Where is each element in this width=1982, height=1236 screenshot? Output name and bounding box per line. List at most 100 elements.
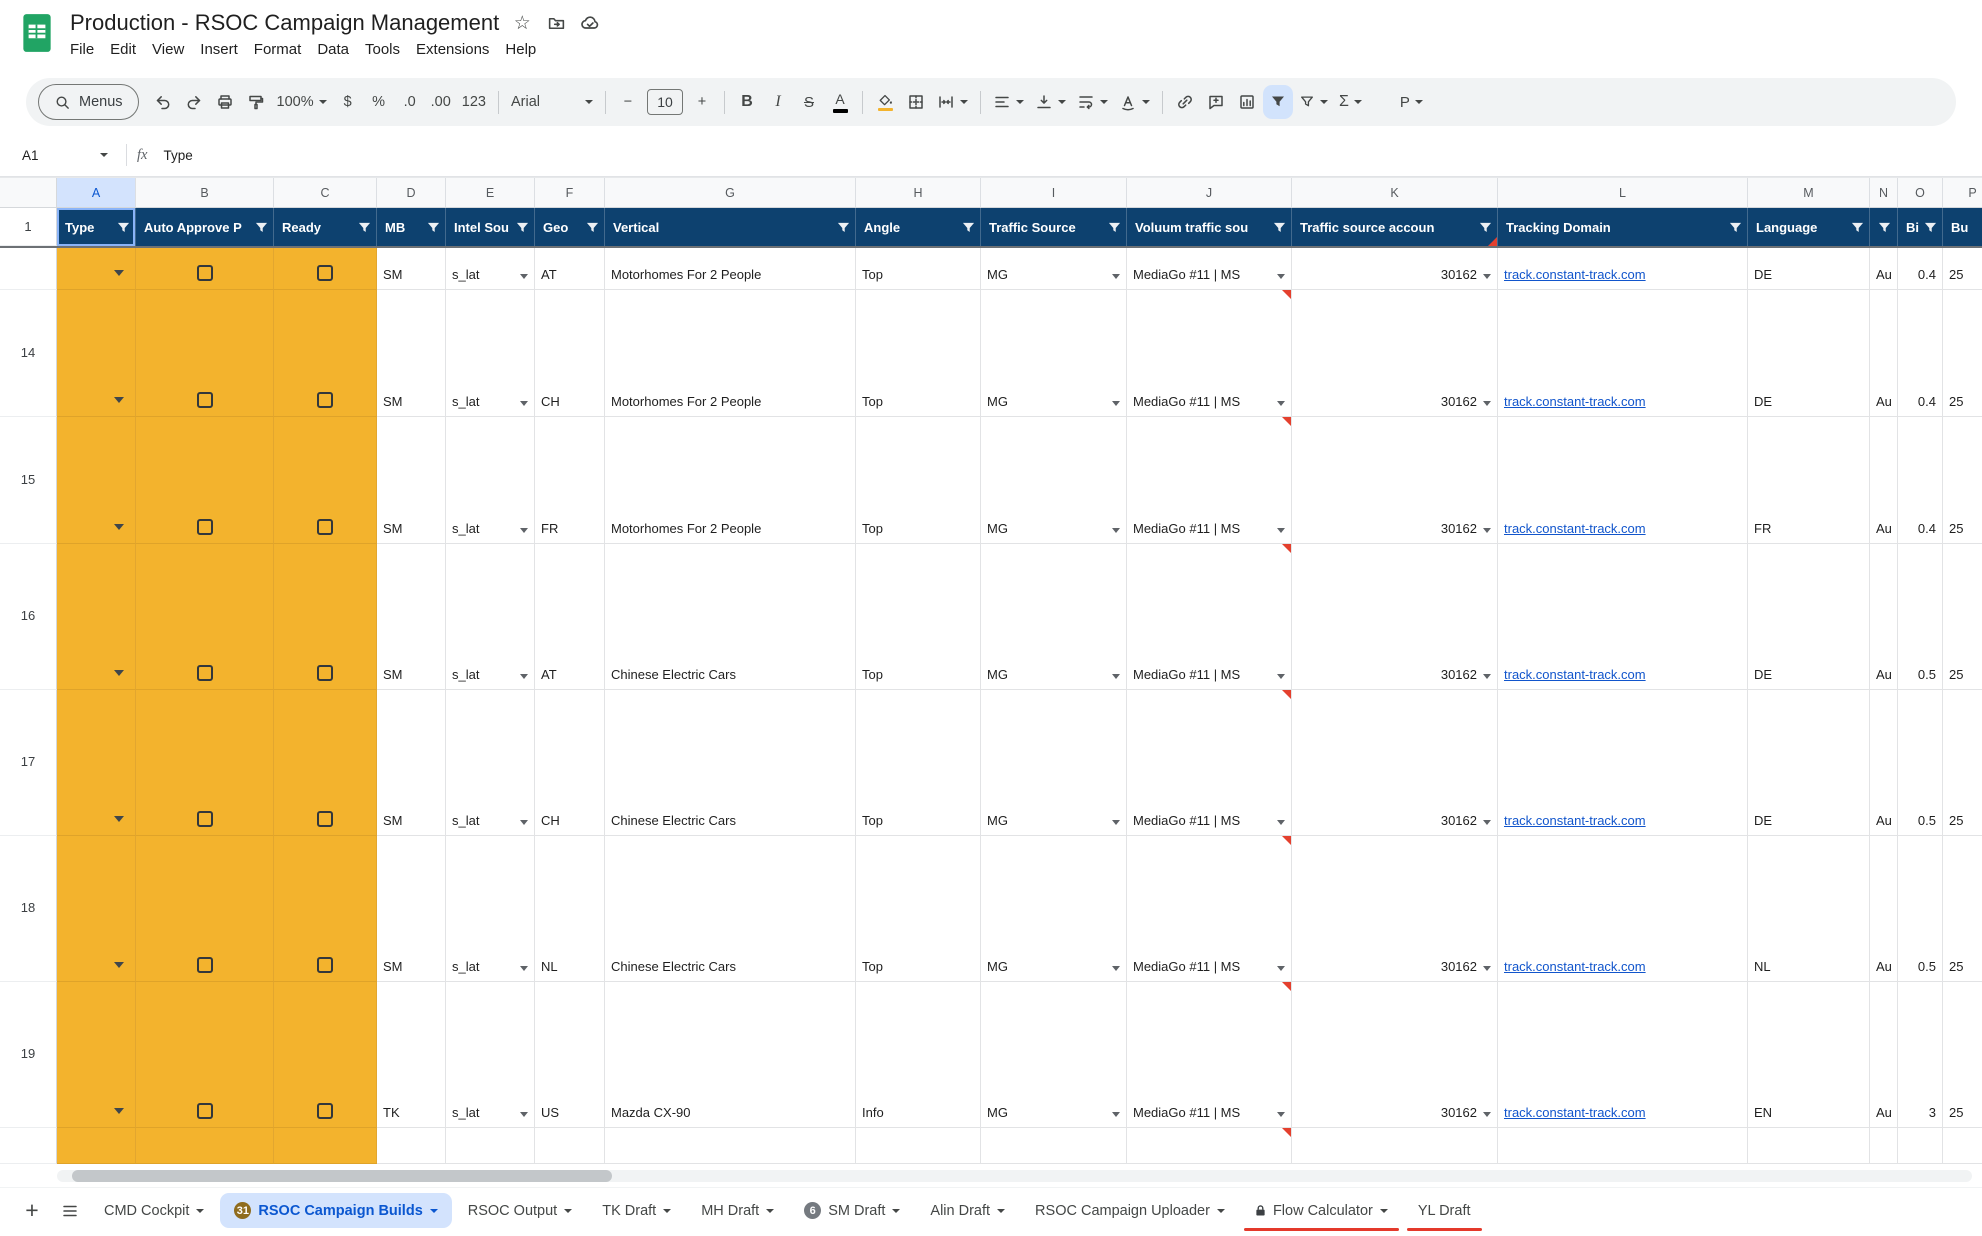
- cell-mb[interactable]: SM: [377, 544, 446, 690]
- row-number[interactable]: 18: [0, 836, 57, 982]
- cell-geo[interactable]: CH: [535, 290, 605, 417]
- column-header-c[interactable]: C: [274, 178, 377, 208]
- filter-icon[interactable]: [962, 221, 975, 234]
- column-header-m[interactable]: M: [1748, 178, 1870, 208]
- dropdown-icon[interactable]: [1277, 966, 1285, 971]
- cell-account[interactable]: 30162: [1292, 290, 1498, 417]
- row-number[interactable]: 19: [0, 982, 57, 1128]
- tab-menu-caret[interactable]: [997, 1209, 1005, 1213]
- cell-auto-approve[interactable]: [136, 544, 274, 690]
- column-header-b[interactable]: B: [136, 178, 274, 208]
- save-status-cloud-icon[interactable]: [579, 12, 601, 34]
- dropdown-icon[interactable]: [1112, 401, 1120, 406]
- cell-vertical[interactable]: Chinese Electric Cars: [605, 544, 856, 690]
- cell-tracking-domain[interactable]: track.constant-track.com: [1498, 982, 1748, 1128]
- insert-comment-button[interactable]: [1201, 85, 1231, 119]
- menu-file[interactable]: File: [62, 39, 102, 60]
- filter-icon[interactable]: [586, 221, 599, 234]
- checkbox-icon[interactable]: [317, 265, 333, 281]
- cell-ready[interactable]: [274, 690, 377, 836]
- cell-voluum-source[interactable]: MediaGo #11 | MS: [1127, 290, 1292, 417]
- cell-tracking-domain[interactable]: track.constant-track.com: [1498, 690, 1748, 836]
- cell-vertical[interactable]: Mazda CX-90: [605, 982, 856, 1128]
- dropdown-icon[interactable]: [114, 816, 124, 822]
- dropdown-icon[interactable]: [520, 674, 528, 679]
- cell-auto-approve[interactable]: [136, 836, 274, 982]
- zoom-selector[interactable]: 100%: [272, 85, 332, 119]
- cell-budget[interactable]: 25: [1943, 544, 1982, 690]
- dropdown-icon[interactable]: [1483, 1112, 1491, 1117]
- scrollbar-thumb[interactable]: [72, 1170, 612, 1182]
- row-number[interactable]: [0, 1128, 57, 1164]
- cell-angle[interactable]: Top: [856, 417, 981, 544]
- text-color-button[interactable]: A: [825, 85, 855, 119]
- tab-menu-caret[interactable]: [430, 1209, 438, 1213]
- cell-mb[interactable]: [377, 1128, 446, 1164]
- bold-button[interactable]: B: [732, 85, 762, 119]
- cell-angle[interactable]: Top: [856, 544, 981, 690]
- cell-intel-source[interactable]: s_lat: [446, 836, 535, 982]
- menu-edit[interactable]: Edit: [102, 39, 144, 60]
- cell-language[interactable]: NL: [1748, 836, 1870, 982]
- header-cell-vertical[interactable]: Vertical: [605, 208, 856, 246]
- dropdown-icon[interactable]: [520, 1112, 528, 1117]
- checkbox-icon[interactable]: [197, 392, 213, 408]
- cell-traffic-source[interactable]: MG: [981, 690, 1127, 836]
- cell-traffic-source[interactable]: MG: [981, 417, 1127, 544]
- checkbox-icon[interactable]: [317, 811, 333, 827]
- horizontal-scrollbar[interactable]: [57, 1165, 1972, 1187]
- cell-tracking-domain[interactable]: [1498, 1128, 1748, 1164]
- cell-intel-source[interactable]: s_lat: [446, 982, 535, 1128]
- insert-link-button[interactable]: [1170, 85, 1200, 119]
- header-cell-language[interactable]: Language: [1748, 208, 1870, 246]
- cell-auto-approve[interactable]: [136, 290, 274, 417]
- cell-account[interactable]: 30162: [1292, 248, 1498, 290]
- tracking-domain-link[interactable]: track.constant-track.com: [1504, 813, 1646, 829]
- dropdown-icon[interactable]: [1112, 820, 1120, 825]
- header-cell-account[interactable]: Traffic source accoun: [1292, 208, 1498, 246]
- checkbox-icon[interactable]: [197, 665, 213, 681]
- dropdown-icon[interactable]: [1483, 674, 1491, 679]
- cell-traffic-source[interactable]: [981, 1128, 1127, 1164]
- menu-format[interactable]: Format: [246, 39, 310, 60]
- dropdown-icon[interactable]: [1277, 401, 1285, 406]
- filter-icon[interactable]: [427, 221, 440, 234]
- cell-traffic-source[interactable]: MG: [981, 544, 1127, 690]
- cell-geo[interactable]: NL: [535, 836, 605, 982]
- column-header-a[interactable]: A: [57, 178, 136, 208]
- cell-traffic-source[interactable]: MG: [981, 248, 1127, 290]
- cell-bid[interactable]: 3: [1898, 982, 1943, 1128]
- filter-icon[interactable]: [1108, 221, 1121, 234]
- header-cell-budget[interactable]: Bu: [1943, 208, 1982, 246]
- dropdown-icon[interactable]: [114, 270, 124, 276]
- cell-n[interactable]: Au: [1870, 417, 1898, 544]
- dropdown-icon[interactable]: [114, 397, 124, 403]
- row-number[interactable]: 17: [0, 690, 57, 836]
- redo-button[interactable]: [179, 85, 209, 119]
- header-cell-auto-approve[interactable]: Auto Approve P: [136, 208, 274, 246]
- cell-voluum-source[interactable]: MediaGo #11 | MS: [1127, 248, 1292, 290]
- cell-intel-source[interactable]: s_lat: [446, 690, 535, 836]
- vertical-align-button[interactable]: [1030, 85, 1071, 119]
- cell-bid[interactable]: 0.4: [1898, 248, 1943, 290]
- dropdown-icon[interactable]: [114, 524, 124, 530]
- sheet-tab-rsoc-output[interactable]: RSOC Output: [454, 1189, 586, 1233]
- column-header-j[interactable]: J: [1127, 178, 1292, 208]
- move-folder-icon[interactable]: [545, 12, 567, 34]
- cell-n[interactable]: Au: [1870, 690, 1898, 836]
- cell-vertical[interactable]: [605, 1128, 856, 1164]
- sheet-tab-cmd-cockpit[interactable]: CMD Cockpit: [90, 1189, 218, 1233]
- cell-mb[interactable]: SM: [377, 836, 446, 982]
- cell-n[interactable]: [1870, 1128, 1898, 1164]
- cell-type[interactable]: [57, 544, 136, 690]
- header-cell-traffic-source[interactable]: Traffic Source: [981, 208, 1127, 246]
- cell-geo[interactable]: US: [535, 982, 605, 1128]
- dropdown-icon[interactable]: [1112, 674, 1120, 679]
- tab-menu-caret[interactable]: [196, 1209, 204, 1213]
- filter-icon[interactable]: [358, 221, 371, 234]
- print-button[interactable]: [210, 85, 240, 119]
- row-number[interactable]: 1: [0, 208, 57, 246]
- column-header-i[interactable]: I: [981, 178, 1127, 208]
- cell-mb[interactable]: TK: [377, 982, 446, 1128]
- cell-account[interactable]: 30162: [1292, 690, 1498, 836]
